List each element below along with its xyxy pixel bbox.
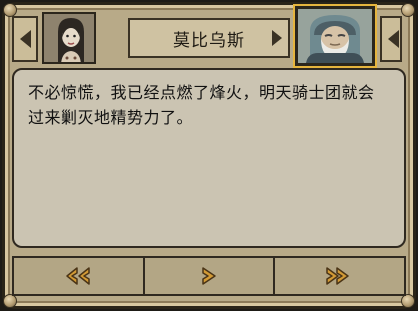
prev-portrait-button[interactable] [12,16,38,62]
name-arrow-icon [272,30,282,46]
play-button[interactable] [144,258,276,294]
old-man-portrait-icon [298,9,372,63]
corner-rivet [401,3,415,17]
corner-rivet [3,3,17,17]
fast-forward-button[interactable] [275,258,405,294]
fast-forward-icon [325,267,349,285]
corner-rivet [401,294,415,308]
speaker-name: 莫比乌斯 [173,30,245,51]
dialog-text: 不必惊慌，我已经点燃了烽火，明天骑士团就会过来剿灭地精势力了。 [28,83,375,127]
dialog-box: 不必惊慌，我已经点燃了烽火，明天骑士团就会过来剿灭地精势力了。 [12,68,406,248]
speaker-name-plate[interactable]: 莫比乌斯 [128,18,290,58]
playback-controls [12,256,406,296]
prev-speaker-button[interactable] [380,16,402,62]
corner-rivet [3,294,17,308]
rewind-button[interactable] [14,258,145,294]
double-left-arrow-icon [66,267,91,285]
portrait-old-man[interactable] [295,6,375,66]
woman-portrait-icon [44,14,94,62]
play-arrow-icon [202,267,216,285]
portrait-woman[interactable] [42,12,96,64]
